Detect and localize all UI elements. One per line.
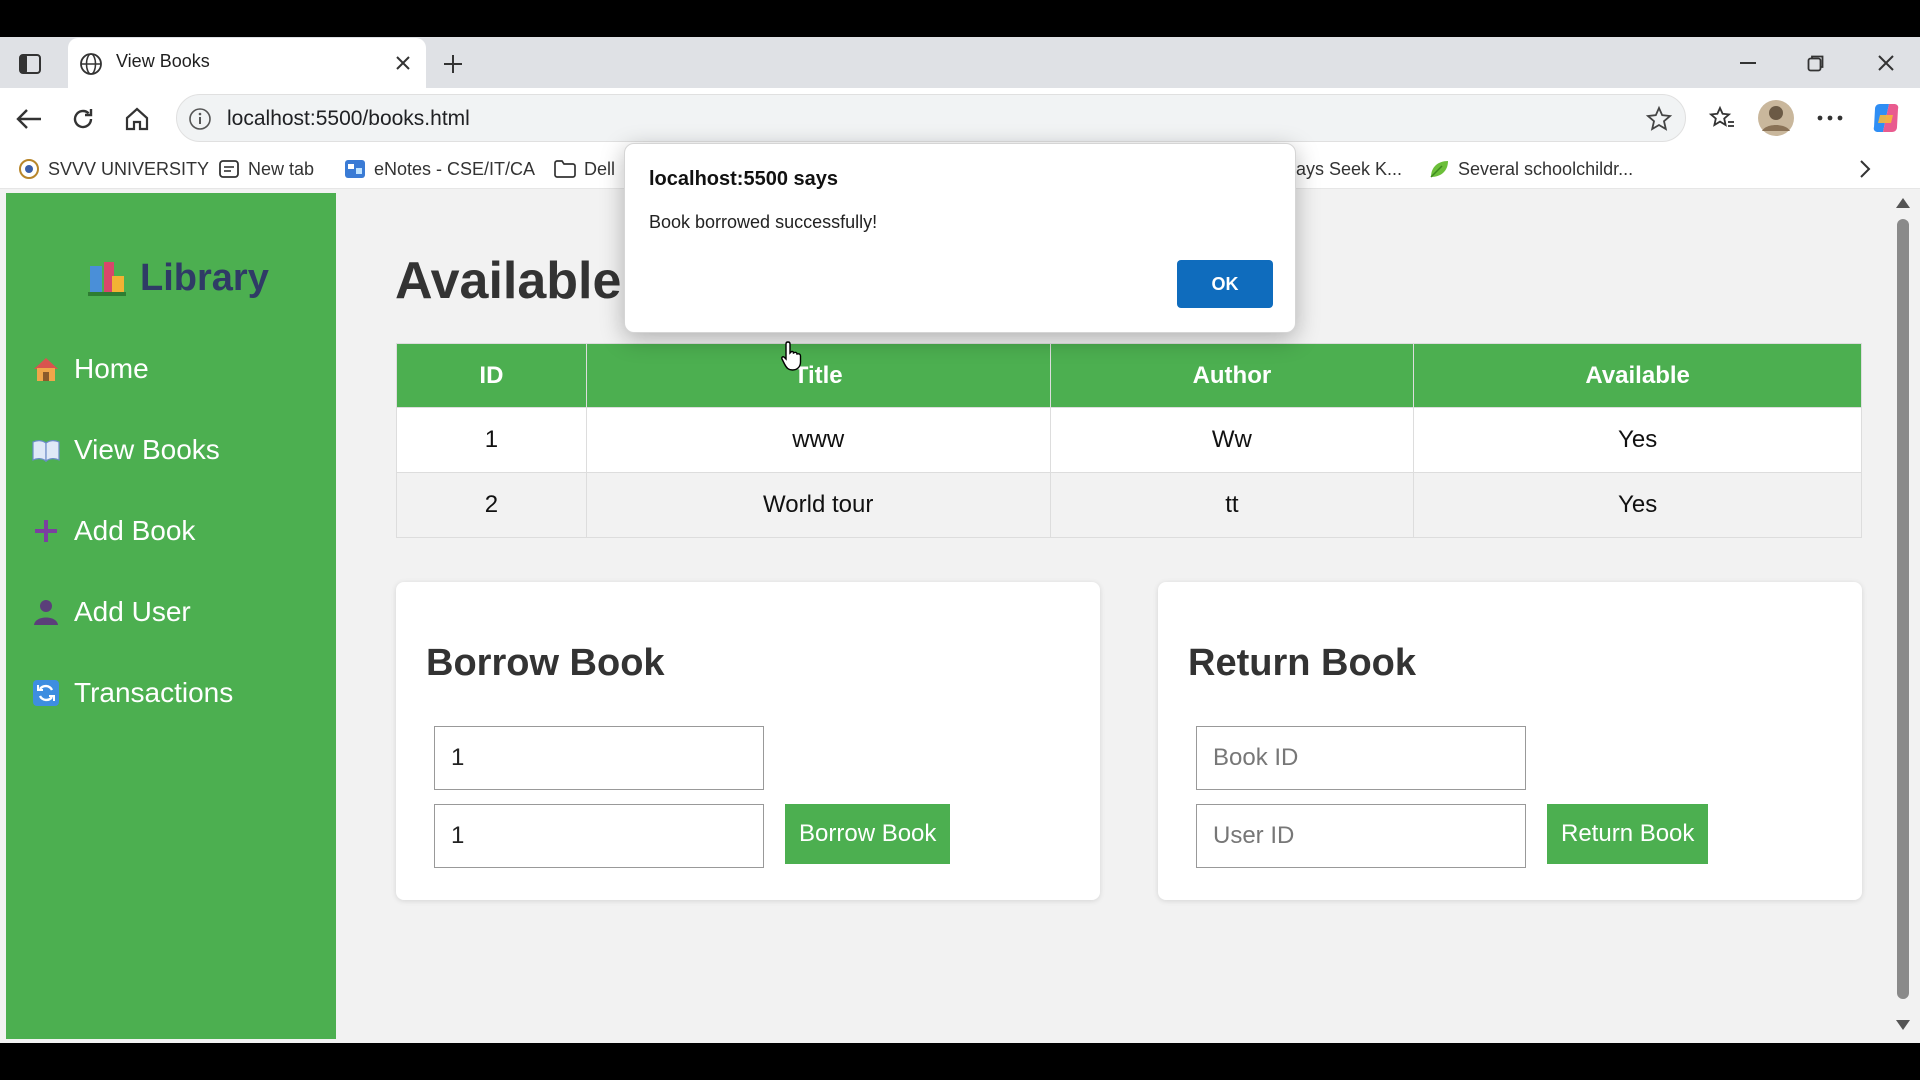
leaf-icon: [1428, 158, 1450, 180]
more-options-icon[interactable]: [1810, 98, 1850, 138]
window-close-icon[interactable]: [1862, 45, 1910, 81]
university-icon: [18, 158, 40, 180]
close-icon[interactable]: [390, 50, 416, 76]
book-icon: [32, 436, 60, 464]
bookmark-enotes[interactable]: eNotes - CSE/IT/CA: [344, 157, 535, 181]
scroll-up-arrow-icon[interactable]: [1895, 197, 1911, 209]
folder-icon: [554, 158, 576, 180]
table-header-row: ID Title Author Available: [396, 343, 1862, 408]
back-icon[interactable]: [10, 100, 48, 138]
hand-cursor-icon: [781, 341, 802, 371]
books-table: ID Title Author Available 1 www Ww Yes 2…: [396, 343, 1862, 538]
home-icon[interactable]: [118, 100, 156, 138]
tab-actions-icon[interactable]: [14, 49, 46, 79]
sidebar-item-add-user[interactable]: Add User: [32, 596, 191, 628]
cell-available: Yes: [1413, 407, 1862, 473]
bookmark-several-schoolchildren[interactable]: Several schoolchildr...: [1428, 157, 1633, 181]
sidebar: Library Home View Books Add Book Add Use…: [6, 193, 336, 1039]
page-scrollbar[interactable]: [1890, 189, 1916, 1043]
tab-bar: View Books: [0, 37, 1920, 88]
borrow-user-id-input[interactable]: [434, 804, 764, 868]
user-icon: [32, 598, 60, 626]
restore-icon[interactable]: [1792, 45, 1840, 81]
ok-button[interactable]: OK: [1177, 260, 1273, 308]
refresh-icon: [32, 679, 60, 707]
scroll-down-arrow-icon[interactable]: [1895, 1019, 1911, 1031]
favorite-star-icon[interactable]: [1645, 105, 1673, 133]
borrow-book-id-input[interactable]: [434, 726, 764, 790]
globe-icon: [80, 53, 102, 75]
copilot-icon[interactable]: [1866, 98, 1906, 138]
cell-title: www: [585, 407, 1051, 473]
sidebar-item-transactions[interactable]: Transactions: [32, 677, 233, 709]
borrow-book-button[interactable]: Borrow Book: [785, 804, 951, 864]
sidebar-item-view-books[interactable]: View Books: [32, 434, 220, 466]
cell-id: 1: [396, 407, 587, 473]
dialog-message: Book borrowed successfully!: [649, 212, 878, 232]
newtab-icon: [218, 158, 240, 180]
dialog-title: localhost:5500 says: [649, 168, 838, 190]
sidebar-item-home[interactable]: Home: [32, 353, 149, 385]
return-book-card: Return Book Return Book: [1158, 582, 1862, 900]
return-book-id-input[interactable]: [1196, 726, 1526, 790]
bookmark-svvv-university[interactable]: SVVV UNIVERSITY: [18, 157, 209, 181]
address-bar[interactable]: localhost:5500/books.html: [176, 94, 1686, 142]
column-header-id: ID: [396, 343, 587, 408]
reload-icon[interactable]: [64, 100, 102, 138]
cell-author: tt: [1049, 472, 1415, 538]
screen: View Books localhost:5500/books.html SVV…: [0, 0, 1920, 1080]
books-stack-icon: [88, 261, 126, 296]
info-icon[interactable]: [187, 106, 213, 132]
cell-id: 2: [396, 472, 587, 538]
browser-toolbar: localhost:5500/books.html: [0, 88, 1920, 149]
house-icon: [32, 355, 60, 383]
borrow-book-card: Borrow Book Borrow Book: [396, 582, 1100, 900]
column-header-available: Available: [1413, 343, 1862, 408]
table-row: 2 World tour tt Yes: [396, 472, 1862, 538]
tab-view-books[interactable]: View Books: [68, 38, 426, 88]
scrollbar-thumb[interactable]: [1897, 219, 1909, 999]
minimize-icon[interactable]: [1724, 45, 1772, 81]
enotes-icon: [344, 158, 366, 180]
tab-title: View Books: [116, 51, 210, 71]
avatar[interactable]: [1756, 98, 1796, 138]
bookmark-new-tab[interactable]: New tab: [218, 157, 314, 181]
column-header-author: Author: [1049, 343, 1415, 408]
alert-dialog: localhost:5500 says Book borrowed succes…: [624, 143, 1296, 333]
column-header-title: Title: [585, 343, 1051, 408]
return-book-button[interactable]: Return Book: [1547, 804, 1709, 864]
bookmark-folder-dell[interactable]: Dell: [554, 157, 615, 181]
plus-icon: [32, 517, 60, 545]
favorites-icon[interactable]: [1702, 98, 1742, 138]
url-text[interactable]: localhost:5500/books.html: [227, 107, 470, 131]
chevron-right-icon[interactable]: [1858, 157, 1872, 181]
new-tab-icon[interactable]: [436, 47, 470, 81]
borrow-book-heading: Borrow Book: [426, 642, 665, 684]
cell-title: World tour: [585, 472, 1051, 538]
return-user-id-input[interactable]: [1196, 804, 1526, 868]
bookmark-seek[interactable]: ays Seek K...: [1296, 157, 1402, 181]
cell-available: Yes: [1413, 472, 1862, 538]
library-logo[interactable]: Library: [86, 257, 269, 300]
return-book-heading: Return Book: [1188, 642, 1416, 684]
table-row: 1 www Ww Yes: [396, 407, 1862, 473]
cell-author: Ww: [1049, 407, 1415, 473]
sidebar-item-add-book[interactable]: Add Book: [32, 515, 195, 547]
